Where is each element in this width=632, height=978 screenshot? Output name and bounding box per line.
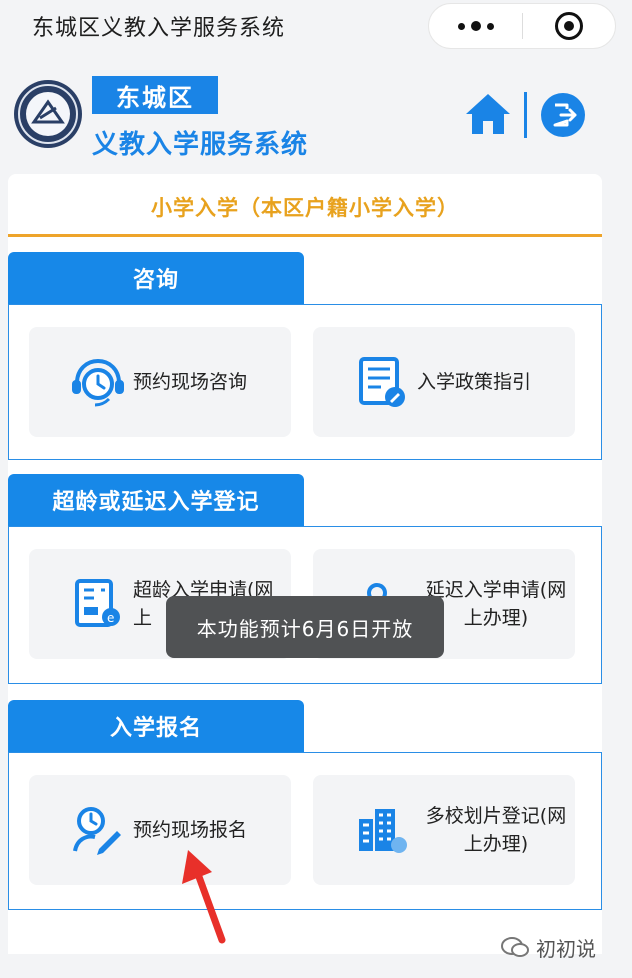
capsule-menu	[428, 3, 616, 49]
annotation-arrow-icon	[182, 850, 226, 944]
group-box: 预约现场报名 多校划片登记(网上办理)	[8, 752, 602, 910]
building-icon	[359, 809, 407, 853]
tile-label: 入学政策指引	[417, 370, 532, 393]
district-badge: 东城区	[92, 76, 218, 114]
tile-label: 多校划片登记(网上办理)	[425, 804, 567, 856]
header-divider	[524, 92, 527, 138]
book-onsite-consult-button[interactable]: 预约现场咨询	[29, 327, 291, 437]
more-options-button[interactable]	[429, 4, 522, 48]
dot-icon	[457, 22, 465, 30]
wechat-icon	[501, 937, 529, 957]
book-onsite-registration-button[interactable]: 预约现场报名	[29, 775, 291, 885]
tile-label: 预约现场报名	[133, 818, 248, 841]
home-icon[interactable]	[464, 90, 512, 138]
tile-label: 预约现场咨询	[133, 370, 248, 393]
window-title: 东城区义教入学服务系统	[32, 16, 286, 41]
district-logo-icon	[14, 80, 82, 148]
section-underline	[8, 234, 602, 237]
dot-icon	[470, 21, 481, 31]
consult-headset-icon	[72, 358, 124, 407]
group-tab-over-age: 超龄或延迟入学登记	[8, 474, 304, 526]
section-title: 小学入学（本区户籍小学入学）	[151, 196, 459, 220]
toast-message: 本功能预计6月6日开放	[166, 596, 444, 658]
group-enrollment: 入学报名 预约现场报名 多校划片登记(网上办理)	[8, 700, 602, 910]
svg-text:e: e	[107, 611, 114, 625]
group-tab-enrollment: 入学报名	[8, 700, 304, 752]
policy-document-icon	[359, 357, 405, 407]
watermark: 初初说	[500, 930, 596, 964]
system-subtitle: 义教入学服务系统	[92, 130, 309, 160]
target-close-icon	[554, 12, 583, 40]
multi-school-zoning-button[interactable]: 多校划片登记(网上办理)	[313, 775, 575, 885]
logout-icon[interactable]	[540, 92, 586, 138]
top-bar: 东城区义教入学服务系统	[0, 0, 632, 52]
main-card: 小学入学（本区户籍小学入学） 咨询 预约现场咨询 入学政策指引 超龄或延迟入学登…	[8, 174, 602, 954]
group-consult: 咨询 预约现场咨询 入学政策指引	[8, 252, 602, 462]
group-box: 预约现场咨询 入学政策指引	[8, 304, 602, 460]
close-miniprogram-button[interactable]	[523, 4, 615, 48]
watermark-text: 初初说	[536, 936, 596, 961]
group-tab-consult: 咨询	[8, 252, 304, 304]
dot-icon	[486, 22, 494, 30]
register-clock-pen-icon	[73, 807, 121, 855]
app-header: 东城区 义教入学服务系统	[0, 52, 632, 172]
over-age-form-icon: e	[75, 579, 120, 627]
admission-policy-guide-button[interactable]: 入学政策指引	[313, 327, 575, 437]
